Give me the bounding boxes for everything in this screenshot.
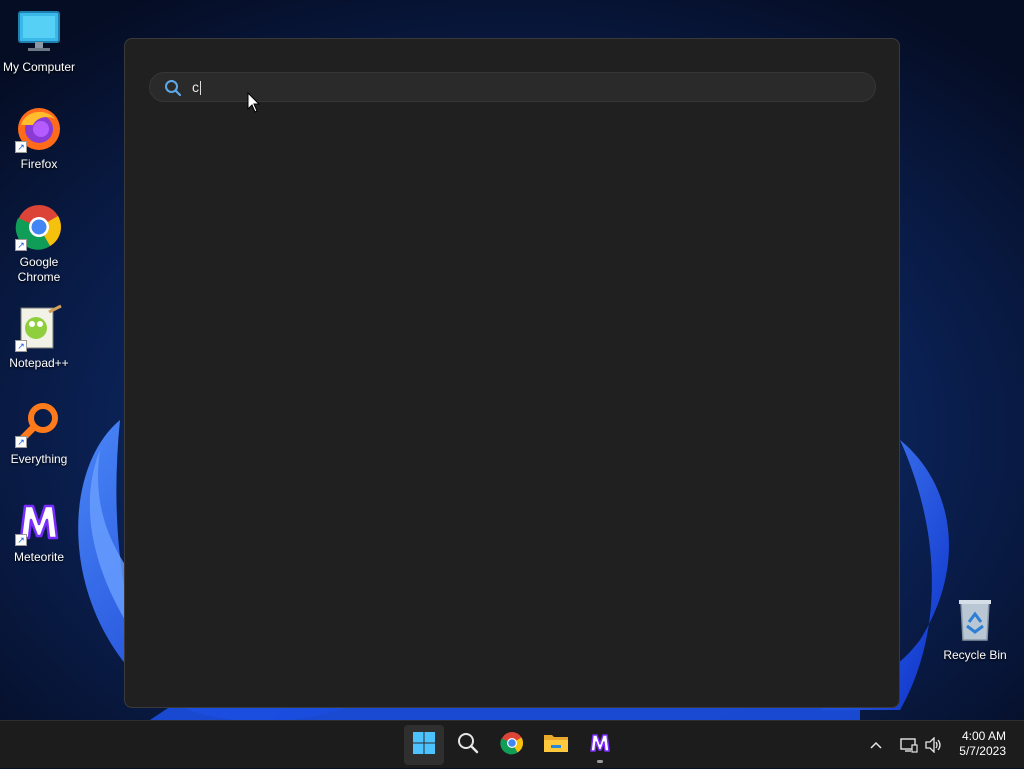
meteorite-icon: ↗ — [15, 498, 63, 546]
taskbar-chrome-button[interactable] — [492, 725, 532, 765]
desktop-icon-my-computer[interactable]: My Computer — [1, 8, 77, 75]
notepadpp-icon: ↗ — [15, 304, 63, 352]
taskbar-meteorite-button[interactable] — [580, 725, 620, 765]
shortcut-arrow-icon: ↗ — [15, 239, 27, 251]
search-panel — [124, 38, 900, 708]
search-icon — [164, 79, 182, 97]
desktop-icon-notepadpp[interactable]: ↗ Notepad++ — [1, 304, 77, 371]
volume-icon[interactable] — [922, 737, 946, 753]
clock-time: 4:00 AM — [961, 729, 1006, 743]
firefox-icon: ↗ — [15, 105, 63, 153]
shortcut-arrow-icon: ↗ — [15, 141, 27, 153]
text-caret — [200, 81, 201, 95]
recycle-bin-icon — [951, 596, 999, 644]
mouse-pointer-icon — [247, 91, 261, 114]
meteorite-icon — [588, 731, 612, 760]
everything-icon: ↗ — [15, 400, 63, 448]
taskbar-start-button[interactable] — [404, 725, 444, 765]
taskbar-clock[interactable]: 4:00 AM 5/7/2023 — [959, 729, 1006, 759]
network-icon[interactable] — [896, 737, 922, 753]
desktop-icon-google-chrome[interactable]: ↗ Google Chrome — [1, 203, 77, 285]
search-input[interactable] — [192, 77, 852, 97]
system-tray — [866, 721, 946, 769]
desktop-icon-label: My Computer — [2, 60, 76, 74]
windows-start-icon — [412, 731, 436, 760]
monitor-icon — [15, 8, 63, 56]
shortcut-arrow-icon: ↗ — [15, 436, 27, 448]
running-indicator — [597, 760, 603, 763]
taskbar-search-button[interactable] — [448, 725, 488, 765]
folder-icon — [543, 731, 569, 760]
desktop-icon-label: Everything — [10, 452, 68, 466]
desktop-icon-label: Firefox — [20, 157, 58, 171]
desktop-icon-label: Meteorite — [13, 550, 65, 564]
desktop-icon-label: Recycle Bin — [943, 648, 1007, 662]
desktop-icon-meteorite[interactable]: ↗ Meteorite — [1, 498, 77, 565]
chrome-icon — [500, 731, 524, 760]
desktop-icon-everything[interactable]: ↗ Everything — [1, 400, 77, 467]
desktop-icon-recycle-bin[interactable]: Recycle Bin — [937, 596, 1013, 663]
chrome-icon: ↗ — [15, 203, 63, 251]
desktop-icon-label: Google Chrome — [17, 255, 61, 284]
shortcut-arrow-icon: ↗ — [15, 340, 27, 352]
shortcut-arrow-icon: ↗ — [15, 534, 27, 546]
desktop-icon-label: Notepad++ — [9, 356, 69, 370]
taskbar-file-explorer-button[interactable] — [536, 725, 576, 765]
desktop-icon-firefox[interactable]: ↗ Firefox — [1, 105, 77, 172]
taskbar: 4:00 AM 5/7/2023 — [0, 720, 1024, 768]
chevron-up-icon[interactable] — [866, 741, 886, 749]
search-icon — [456, 731, 480, 760]
clock-date: 5/7/2023 — [959, 744, 1006, 758]
